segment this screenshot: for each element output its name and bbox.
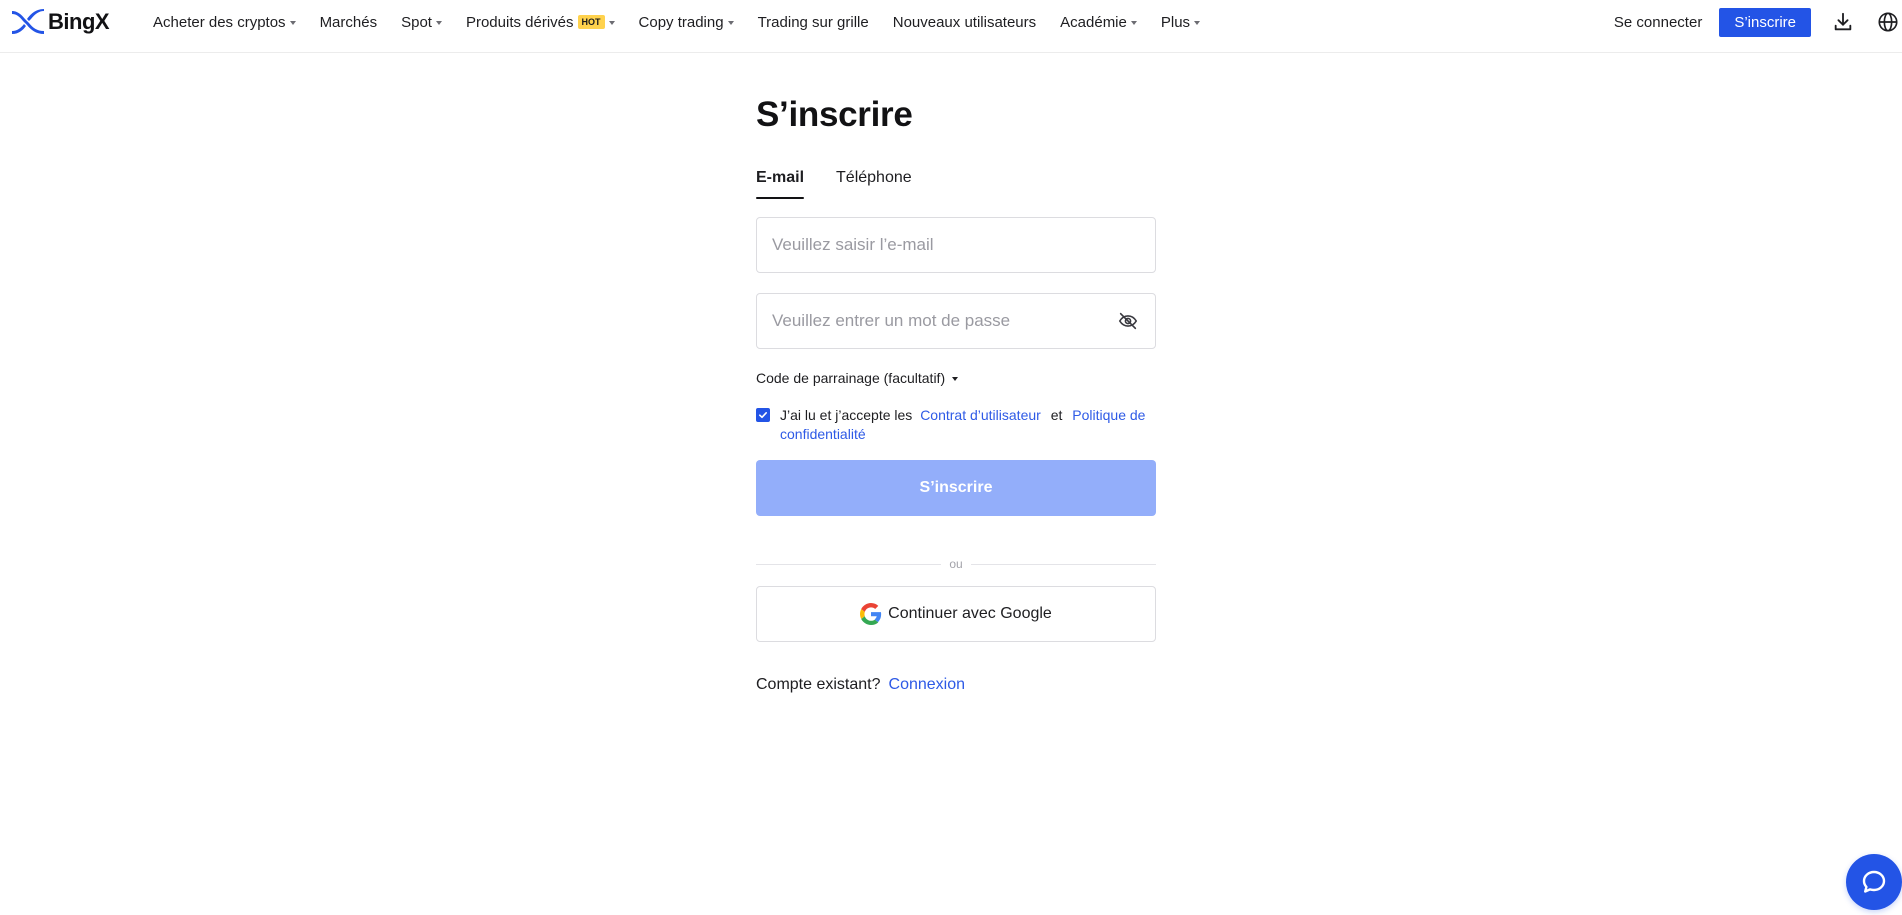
- nav-item-more[interactable]: Plus: [1160, 13, 1201, 31]
- eye-off-icon[interactable]: [1116, 309, 1140, 333]
- nav-item-buy-crypto[interactable]: Acheter des cryptos: [153, 14, 296, 31]
- divider-line: [970, 563, 1157, 565]
- header-actions: Se connecter S’inscrire: [1614, 0, 1902, 44]
- signup-tabs: E-mail Téléphone: [756, 168, 1156, 200]
- chat-support-button[interactable]: [1846, 854, 1902, 910]
- signup-submit-button[interactable]: S’inscrire: [756, 460, 1156, 516]
- bingx-logo-icon: [12, 9, 44, 34]
- brand-name: BingX: [48, 9, 110, 34]
- terms-text: J’ai lu et j’accepte les Contrat d’utili…: [780, 406, 1156, 444]
- download-icon[interactable]: [1831, 10, 1855, 34]
- hot-badge: HOT: [577, 15, 605, 29]
- header-signup-button[interactable]: S’inscrire: [1719, 7, 1811, 37]
- chat-bubble-icon: [1862, 870, 1886, 893]
- nav-item-label: Marchés: [319, 13, 378, 31]
- terms-checkbox[interactable]: [756, 408, 770, 422]
- nav-item-label: Acheter des cryptos: [153, 13, 286, 31]
- password-input[interactable]: [772, 311, 1116, 331]
- terms-intro: J’ai lu et j’accepte les: [780, 407, 913, 423]
- existing-account-text: Compte existant?: [756, 676, 881, 693]
- caret-down-icon: [1130, 20, 1137, 25]
- nav-item-grid-trading[interactable]: Trading sur grille: [758, 14, 869, 31]
- divider-label: ou: [949, 557, 963, 571]
- terms-conjunction: et: [1050, 407, 1063, 423]
- nav-item-spot[interactable]: Spot: [401, 14, 442, 31]
- nav-item-label: Produits dérivés: [465, 13, 574, 31]
- tab-email[interactable]: E-mail: [756, 168, 805, 200]
- nav-item-markets[interactable]: Marchés: [320, 14, 378, 31]
- nav-item-derivatives[interactable]: Produits dérivés HOT: [466, 14, 615, 31]
- nav-item-academy[interactable]: Académie: [1060, 14, 1137, 31]
- password-field-wrapper: [756, 293, 1156, 349]
- main-nav: Acheter des cryptos Marchés Spot Produit…: [153, 0, 1224, 44]
- nav-item-label: Nouveaux utilisateurs: [892, 13, 1037, 31]
- caret-down-icon: [435, 20, 442, 25]
- globe-icon[interactable]: [1876, 10, 1900, 34]
- tab-phone[interactable]: Téléphone: [836, 168, 912, 200]
- terms-agreement: J’ai lu et j’accepte les Contrat d’utili…: [756, 406, 1156, 444]
- nav-item-label: Trading sur grille: [757, 13, 869, 31]
- nav-item-label: Plus: [1160, 13, 1191, 31]
- page-title: S’inscrire: [756, 95, 913, 134]
- email-field-wrapper: [756, 217, 1156, 273]
- google-button-label: Continuer avec Google: [888, 605, 1052, 622]
- caret-down-icon: [952, 376, 959, 381]
- referral-code-toggle[interactable]: Code de parrainage (facultatif): [756, 370, 959, 386]
- existing-account: Compte existant? Connexion: [756, 676, 1156, 694]
- caret-down-icon: [727, 20, 734, 25]
- google-signin-button[interactable]: Continuer avec Google: [756, 586, 1156, 642]
- nav-item-label: Spot: [401, 13, 432, 31]
- caret-down-icon: [289, 20, 296, 25]
- divider-line: [756, 563, 942, 565]
- top-header: BingX Acheter des cryptos Marchés Spot P…: [0, 0, 1902, 53]
- nav-item-label: Copy trading: [638, 13, 724, 31]
- or-divider: ou: [756, 556, 1157, 572]
- login-redirect-link[interactable]: Connexion: [889, 676, 966, 694]
- bingx-logo[interactable]: BingX: [11, 9, 110, 35]
- nav-item-copy-trading[interactable]: Copy trading: [639, 14, 734, 31]
- google-icon: [860, 603, 882, 625]
- signup-form: S’inscrire E-mail Téléphone Code de parr…: [756, 92, 1157, 694]
- email-input[interactable]: [772, 235, 1140, 255]
- referral-code-label: Code de parrainage (facultatif): [756, 370, 946, 386]
- caret-down-icon: [608, 20, 615, 25]
- caret-down-icon: [1194, 20, 1201, 25]
- nav-item-new-users[interactable]: Nouveaux utilisateurs: [893, 14, 1036, 31]
- login-link[interactable]: Se connecter: [1614, 14, 1702, 31]
- user-agreement-link[interactable]: Contrat d’utilisateur: [920, 407, 1041, 423]
- nav-item-label: Académie: [1060, 13, 1127, 31]
